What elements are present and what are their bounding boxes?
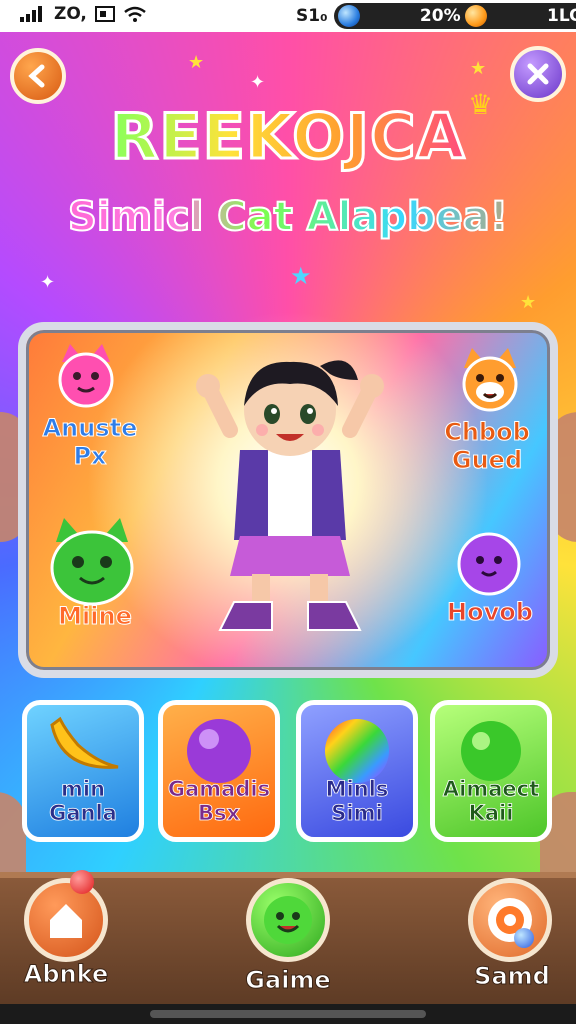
status-bar: ZO, S1₀ 20% 1LO	[0, 0, 576, 32]
mascot-label-line: Chbob	[444, 418, 531, 447]
mascot-label-1: Anuste Px	[40, 414, 140, 471]
star-icon: ✦	[250, 72, 266, 93]
status-right: S1₀ 20% 1LO	[296, 3, 576, 29]
carrier-text: ZO,	[54, 4, 87, 24]
crown-icon: ♛	[468, 88, 494, 121]
game-card-3[interactable]: Minls Simi	[296, 700, 418, 842]
game-card-2[interactable]: Gamadis Bsx	[158, 700, 280, 842]
home-label: Abnke	[23, 960, 109, 989]
mascot-purple-blob[interactable]	[454, 528, 524, 596]
sound-button[interactable]	[468, 878, 552, 962]
mascot-label-line: Hovob	[447, 598, 534, 627]
card-label: Gamadis Bsx	[163, 777, 275, 826]
game-button[interactable]	[246, 878, 330, 962]
mascot-label-4: Hovob	[440, 598, 540, 627]
system-home-bar	[0, 1004, 576, 1024]
notification-dot-icon	[70, 870, 94, 894]
card-label: min Ganla	[27, 777, 139, 826]
hero-character[interactable]	[190, 340, 390, 640]
green-cat-icon	[50, 518, 134, 606]
purple-blob-icon	[457, 532, 521, 596]
mascot-green-cat[interactable]	[42, 516, 142, 610]
card-label-line: Simi	[331, 801, 383, 826]
card-label-line: min	[60, 777, 106, 802]
screen-icon	[94, 6, 115, 22]
close-button[interactable]	[510, 46, 566, 102]
count-text: 1LO	[547, 6, 576, 26]
mascot-label-line: Px	[73, 442, 107, 471]
card-label-line: Ganla	[49, 801, 118, 826]
blue-dot-icon	[514, 928, 534, 948]
sound-label: Samd	[474, 962, 551, 991]
percent-text: 20%	[419, 6, 461, 26]
game-card-1[interactable]: min Ganla	[22, 700, 144, 842]
card-label-line: Kaii	[468, 801, 514, 826]
card-label: Aimaect Kaii	[435, 777, 547, 826]
home-button[interactable]	[24, 878, 108, 962]
close-icon	[527, 63, 549, 85]
orange-cat-icon	[462, 348, 518, 412]
star-icon: ★	[290, 262, 312, 290]
star-icon: ★	[520, 292, 537, 313]
home-indicator[interactable]	[150, 1010, 426, 1018]
mascot-orange-cat[interactable]	[456, 346, 524, 414]
card-label: Minls Simi	[301, 777, 413, 826]
mascot-pink-cat[interactable]	[52, 342, 120, 410]
card-label-line: Gamadis	[167, 777, 271, 802]
pink-cat-icon	[58, 344, 114, 408]
mascot-label-line: Anuste	[42, 414, 138, 443]
game-label: Gaime	[245, 966, 331, 995]
game-subtitle: Simicl Cat Alapbea!	[0, 193, 576, 241]
back-button[interactable]	[10, 48, 66, 104]
star-icon: ✦	[40, 272, 56, 293]
mascot-label-2: Chbob Gued	[432, 418, 542, 475]
green-smile-face-icon	[264, 896, 312, 944]
card-label-line: Aimaect	[442, 777, 540, 802]
girl-character-icon	[196, 360, 384, 631]
chevron-left-icon	[28, 64, 45, 88]
mascot-label-3: Miine	[40, 602, 150, 631]
signal-icon	[20, 6, 42, 22]
orange-coin-icon	[464, 5, 487, 27]
blue-gem-icon	[337, 5, 360, 27]
currency-pill: 20% 1LO	[333, 3, 576, 29]
home-icon	[50, 904, 82, 938]
star-icon: ★	[470, 58, 487, 79]
star-icon: ★	[188, 52, 205, 73]
card-label-line: Bsx	[197, 801, 241, 826]
mascot-label-line: Miine	[58, 602, 133, 631]
mascot-label-line: Gued	[451, 446, 523, 475]
card-label-line: Minls	[325, 777, 389, 802]
status-left: ZO,	[20, 4, 147, 24]
wifi-icon	[124, 6, 146, 22]
battery-label: S1₀	[296, 6, 328, 26]
game-card-4[interactable]: Aimaect Kaii	[430, 700, 552, 842]
